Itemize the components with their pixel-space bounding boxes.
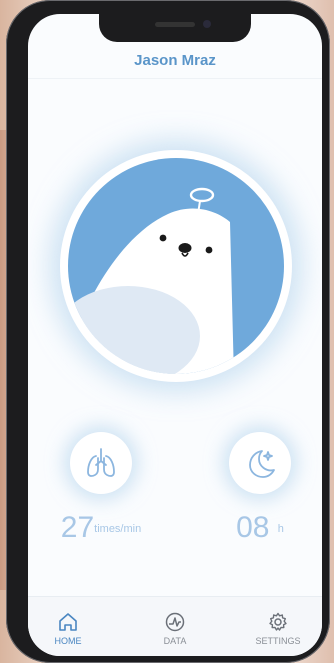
gear-icon <box>269 612 287 631</box>
breathing-value: 27 <box>60 511 95 544</box>
notch <box>99 14 251 42</box>
phone-frame: Jason Mraz 27times/min 08 h HOME DATA SE… <box>6 0 330 663</box>
tab-data[interactable]: DATA <box>135 611 215 646</box>
lungs-icon <box>87 448 115 477</box>
bear-with-halo-icon <box>68 158 284 374</box>
sleep-value: 08 <box>236 511 270 544</box>
sleep-value-row: 08 h <box>200 512 320 545</box>
tab-home[interactable]: HOME <box>28 611 108 646</box>
tab-settings-label: SETTINGS <box>255 636 301 646</box>
breathing-button[interactable] <box>70 432 132 494</box>
pulse-chart-icon <box>165 612 185 632</box>
breathing-value-row: 27times/min <box>41 512 161 545</box>
moon-icon <box>249 450 275 478</box>
tab-home-label: HOME <box>54 636 82 646</box>
phone-screen: Jason Mraz 27times/min 08 h HOME DATA SE… <box>28 14 322 656</box>
page-title: Jason Mraz <box>28 44 322 79</box>
sleep-button[interactable] <box>229 432 291 494</box>
home-icon <box>59 613 77 631</box>
tab-data-label: DATA <box>163 636 187 646</box>
front-camera <box>203 20 211 28</box>
avatar[interactable] <box>60 150 292 382</box>
sleep-metric: 08 h <box>200 432 320 545</box>
tab-bar: HOME DATA SETTINGS <box>28 596 322 656</box>
breathing-unit: times/min <box>94 523 142 536</box>
speaker-grill <box>155 22 195 27</box>
breathing-metric: 27times/min <box>41 432 161 545</box>
tab-settings[interactable]: SETTINGS <box>238 611 318 646</box>
sleep-unit: h <box>277 523 284 536</box>
